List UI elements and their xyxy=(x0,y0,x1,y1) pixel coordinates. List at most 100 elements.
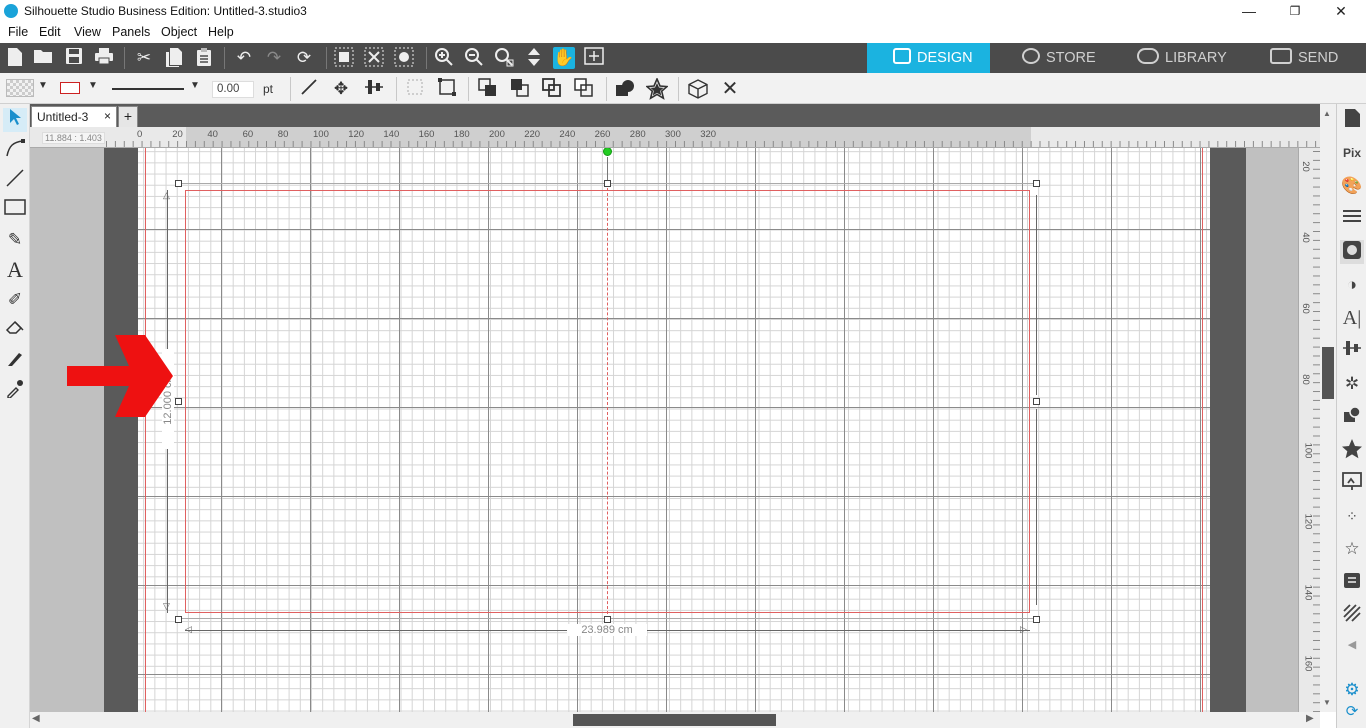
resize-handle-top-left[interactable] xyxy=(175,180,182,187)
menu-panels[interactable]: Panels xyxy=(112,25,150,39)
resize-handle-left[interactable] xyxy=(175,398,182,405)
line-style-icon[interactable] xyxy=(1340,207,1364,231)
library-icon[interactable] xyxy=(1340,570,1364,594)
zoom-select-icon[interactable] xyxy=(493,47,515,69)
fill-pattern-icon[interactable] xyxy=(1340,240,1364,264)
resize-handle-bottom-right[interactable] xyxy=(1033,616,1040,623)
line-style-dropdown-arrow-icon[interactable]: ▼ xyxy=(190,80,200,91)
select-all-icon[interactable] xyxy=(333,47,355,69)
save-icon[interactable] xyxy=(63,47,85,69)
select-by-color-icon[interactable] xyxy=(393,47,415,69)
tab-send[interactable]: SEND xyxy=(1236,43,1366,73)
delete-x-icon[interactable]: ✕ xyxy=(719,78,741,100)
eraser-icon[interactable] xyxy=(3,318,27,342)
fit-page-icon[interactable] xyxy=(583,47,605,69)
scroll-down-arrow-icon[interactable]: ▼ xyxy=(1323,698,1331,707)
line-width-input[interactable]: 0.00 xyxy=(212,81,254,98)
text-tool-icon[interactable]: A xyxy=(3,258,27,282)
canvas-workspace[interactable]: △ ▽ 12.000 cm ◁ ▷ 23.989 cm xyxy=(30,127,1320,712)
send-backward-icon[interactable] xyxy=(541,78,563,100)
line-color-dropdown-arrow-icon[interactable]: ▼ xyxy=(88,80,98,91)
ungroup-icon[interactable] xyxy=(436,78,458,100)
vertical-scroll-thumb[interactable] xyxy=(1322,347,1334,399)
maximize-button[interactable]: ❐ xyxy=(1272,0,1318,23)
fill-swatch[interactable] xyxy=(6,79,34,97)
add-tab-button[interactable]: + xyxy=(118,106,138,127)
freehand-pencil-icon[interactable]: ✎ xyxy=(3,228,27,252)
document-tab[interactable]: Untitled-3 × xyxy=(31,106,117,127)
copy-icon[interactable] xyxy=(163,47,185,69)
line-color-swatch[interactable] xyxy=(60,82,80,94)
deselect-icon[interactable] xyxy=(363,47,385,69)
star-outline-icon[interactable]: ☆ xyxy=(1340,537,1364,561)
horizontal-scroll-thumb[interactable] xyxy=(573,714,776,726)
undo-icon[interactable]: ↶ xyxy=(233,47,255,69)
line-draw-icon[interactable] xyxy=(3,168,27,192)
horizontal-scrollbar[interactable]: ◀ ▶ xyxy=(30,712,1320,728)
resize-handle-bottom[interactable] xyxy=(604,616,611,623)
collapse-panel-arrow-icon[interactable]: ◀ xyxy=(1340,633,1364,657)
zoom-out-icon[interactable] xyxy=(463,47,485,69)
sketch-tool-icon[interactable]: ✐ xyxy=(3,288,27,312)
offset-panel-icon[interactable] xyxy=(1340,438,1364,462)
modify-weld-icon[interactable] xyxy=(1340,405,1364,429)
redraw-icon[interactable]: ⟳ xyxy=(293,47,315,69)
hatch-fill-icon[interactable] xyxy=(1340,603,1364,627)
weld-icon[interactable] xyxy=(614,78,636,100)
move-icon[interactable]: ✥ xyxy=(330,78,352,100)
sync-icon[interactable]: ⟳ xyxy=(1340,700,1364,724)
resize-handle-top[interactable] xyxy=(604,180,611,187)
send-to-back-icon[interactable] xyxy=(573,78,595,100)
page-setup-icon[interactable] xyxy=(1340,108,1364,132)
resize-handle-bottom-left[interactable] xyxy=(175,616,182,623)
trace-icon[interactable] xyxy=(1340,471,1364,495)
menu-view[interactable]: View xyxy=(74,25,101,39)
offset-star-icon[interactable] xyxy=(645,76,669,100)
fill-dropdown-arrow-icon[interactable]: ▼ xyxy=(38,80,48,91)
pan-hand-icon[interactable]: ✋ xyxy=(553,47,575,69)
group-icon[interactable] xyxy=(404,78,426,100)
redo-icon[interactable]: ↷ xyxy=(263,47,285,69)
bring-to-front-icon[interactable] xyxy=(477,78,499,100)
cut-icon[interactable]: ✂ xyxy=(133,47,155,69)
zoom-in-icon[interactable] xyxy=(433,47,455,69)
menu-object[interactable]: Object xyxy=(161,25,197,39)
select-arrow-icon[interactable] xyxy=(3,108,27,132)
eyedropper-icon[interactable] xyxy=(3,378,27,402)
bring-forward-icon[interactable] xyxy=(509,78,531,100)
scroll-left-arrow-icon[interactable]: ◀ xyxy=(32,713,40,724)
vertical-scrollbar[interactable]: ▲ ▼ xyxy=(1320,104,1336,712)
menu-help[interactable]: Help xyxy=(208,25,234,39)
knife-icon[interactable] xyxy=(3,348,27,372)
scroll-up-arrow-icon[interactable]: ▲ xyxy=(1323,109,1331,118)
tab-design[interactable]: DESIGN xyxy=(867,43,990,73)
tab-library[interactable]: LIBRARY xyxy=(1113,43,1236,73)
resize-handle-right[interactable] xyxy=(1033,398,1040,405)
rotate-handle[interactable] xyxy=(603,147,612,156)
paste-icon[interactable] xyxy=(193,47,215,69)
print-icon[interactable] xyxy=(93,47,115,69)
open-folder-icon[interactable] xyxy=(33,47,55,69)
pixscan-icon[interactable]: Pix xyxy=(1340,141,1364,165)
line-style-preview[interactable] xyxy=(112,88,184,90)
edit-points-icon[interactable] xyxy=(3,138,27,162)
text-style-icon[interactable]: A| xyxy=(1340,306,1364,330)
line-tool-icon[interactable] xyxy=(298,78,320,100)
replicate-dots-icon[interactable]: ⁘ xyxy=(1340,504,1364,528)
menu-file[interactable]: File xyxy=(8,25,28,39)
settings-gear-icon[interactable]: ⚙ xyxy=(1340,678,1364,702)
minimize-button[interactable]: — xyxy=(1226,0,1272,23)
resize-handle-top-right[interactable] xyxy=(1033,180,1040,187)
menu-edit[interactable]: Edit xyxy=(39,25,61,39)
3d-box-icon[interactable] xyxy=(687,78,709,100)
gradient-contrast-icon[interactable]: ◑ xyxy=(1340,273,1364,297)
align-icon[interactable] xyxy=(363,78,385,100)
fill-palette-icon[interactable]: 🎨 xyxy=(1340,174,1364,198)
align-panel-icon[interactable] xyxy=(1340,339,1364,363)
new-file-icon[interactable] xyxy=(4,47,26,69)
close-button[interactable]: ✕ xyxy=(1318,0,1364,23)
zoom-fit-icon[interactable] xyxy=(523,47,545,69)
scroll-right-arrow-icon[interactable]: ▶ xyxy=(1306,713,1314,724)
rectangle-tool-icon[interactable] xyxy=(3,198,27,222)
close-tab-icon[interactable]: × xyxy=(104,109,111,123)
